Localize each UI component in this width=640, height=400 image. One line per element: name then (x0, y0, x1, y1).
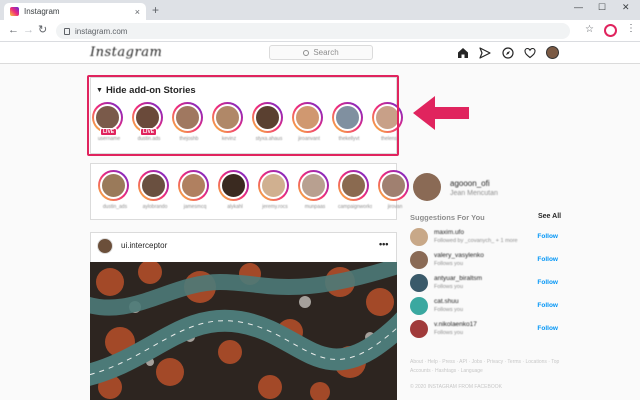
post-author-username[interactable]: ui.interceptor (121, 241, 167, 250)
search-placeholder: Search (313, 48, 339, 57)
browser-tab-bar: Instagram × + — ☐ ✕ (0, 0, 640, 20)
current-user-username[interactable]: agooon_ofi (450, 179, 490, 188)
minimize-button[interactable]: — (574, 2, 583, 12)
story-avatar (180, 172, 207, 199)
close-window-button[interactable]: ✕ (622, 2, 630, 13)
tab-close-icon[interactable]: × (135, 7, 140, 17)
follow-button[interactable]: Follow (537, 233, 558, 240)
address-bar[interactable]: instagram.com (56, 23, 570, 39)
bookmark-star-icon[interactable]: ☆ (585, 24, 594, 35)
story-avatar (260, 172, 287, 199)
story-ring (138, 170, 169, 201)
story-ring (178, 170, 209, 201)
home-icon[interactable] (456, 46, 470, 60)
url-text: instagram.com (75, 26, 128, 36)
story-username: jamesmcq (183, 204, 207, 210)
explore-icon[interactable] (501, 46, 515, 60)
instagram-favicon-icon (10, 7, 19, 16)
new-tab-button[interactable]: + (152, 3, 159, 17)
suggestion-reason: Followed by _covanych_ + 1 more (434, 238, 518, 244)
suggestion-reason: Follows you (434, 307, 464, 313)
see-all-link[interactable]: See All (538, 213, 561, 220)
back-button[interactable]: ← (8, 24, 19, 37)
story-item[interactable]: campaignworks (338, 170, 372, 210)
suggestion-item: valery_vasylenko Follows you Follow (410, 251, 558, 269)
follow-button[interactable]: Follow (537, 256, 558, 263)
story-avatar (100, 172, 127, 199)
story-avatar (140, 172, 167, 199)
maximize-button[interactable]: ☐ (598, 2, 606, 13)
story-ring (258, 170, 289, 201)
follow-button[interactable]: Follow (537, 302, 558, 309)
follow-button[interactable]: Follow (537, 325, 558, 332)
suggestion-item: maxim.ufo Followed by _covanych_ + 1 more… (410, 228, 558, 246)
story-ring (338, 170, 369, 201)
suggestion-username[interactable]: v.nikolaenko17 (434, 321, 477, 328)
footer-links[interactable]: About · Help · Press · API · Jobs · Priv… (410, 358, 560, 376)
suggestion-username[interactable]: valery_vasylenko (434, 252, 484, 259)
story-avatar (220, 172, 247, 199)
story-username: munpaas (304, 204, 326, 210)
story-ring (98, 170, 129, 201)
story-username: jeremy.rocs (262, 204, 288, 210)
story-avatar (340, 172, 367, 199)
suggestion-item: antyuar_biraltsm Follows you Follow (410, 274, 558, 292)
direct-message-icon[interactable] (478, 46, 492, 60)
suggestion-username[interactable]: cat.shuu (434, 298, 459, 305)
suggestion-username[interactable]: antyuar_biraltsm (434, 275, 482, 282)
suggestion-reason: Follows you (434, 261, 464, 267)
suggestion-item: cat.shuu Follows you Follow (410, 297, 558, 315)
story-item[interactable]: aylobrando (138, 170, 172, 210)
story-item[interactable]: jamesmcq (178, 170, 212, 210)
suggestion-avatar[interactable] (410, 228, 428, 246)
lock-icon (64, 27, 70, 35)
copyright: © 2020 INSTAGRAM FROM FACEBOOK (410, 384, 502, 390)
suggestion-reason: Follows you (434, 330, 464, 336)
suggestion-avatar[interactable] (410, 274, 428, 292)
story-avatar (380, 172, 407, 199)
tab-title: Instagram (24, 7, 60, 16)
story-username: alykahl (227, 204, 243, 210)
story-item[interactable]: jeremy.rocs (258, 170, 292, 210)
post-author-avatar[interactable] (97, 238, 113, 254)
suggestion-avatar[interactable] (410, 251, 428, 269)
current-user-fullname: Jean Mencutan (450, 190, 498, 197)
story-username: jirovan (387, 204, 403, 210)
suggestions-title: Suggestions For You (410, 213, 485, 222)
suggestion-avatar[interactable] (410, 297, 428, 315)
search-input[interactable]: Search (269, 45, 373, 60)
suggestion-item: v.nikolaenko17 Follows you Follow (410, 320, 558, 338)
story-item[interactable]: munpaas (298, 170, 332, 210)
reload-button[interactable]: ↻ (38, 24, 47, 37)
pointer-arrow-icon (413, 96, 469, 130)
suggestion-avatar[interactable] (410, 320, 428, 338)
story-ring (218, 170, 249, 201)
story-item[interactable]: jirovan (378, 170, 412, 210)
story-username: campaignworks (338, 204, 372, 210)
story-avatar (300, 172, 327, 199)
story-ring (298, 170, 329, 201)
suggestion-username[interactable]: maxim.ufo (434, 229, 464, 236)
story-username: aylobrando (142, 204, 168, 210)
instagram-logo[interactable]: Instagram (90, 45, 162, 60)
post-options-icon[interactable]: ••• (379, 239, 388, 249)
extension-icon[interactable] (604, 24, 617, 37)
current-user-avatar[interactable] (413, 173, 441, 201)
instagram-header: Instagram Search (0, 42, 640, 64)
story-item[interactable]: alykahl (218, 170, 252, 210)
story-item[interactable]: dustin_ads (98, 170, 132, 210)
activity-heart-icon[interactable] (523, 46, 537, 60)
story-ring (378, 170, 409, 201)
browser-menu-icon[interactable]: ⋮ (626, 23, 636, 34)
follow-button[interactable]: Follow (537, 279, 558, 286)
highlight-frame (87, 75, 399, 156)
forward-button[interactable]: → (23, 24, 34, 37)
browser-tab[interactable]: Instagram × (4, 3, 146, 20)
browser-toolbar: ← → ↻ instagram.com ☆ ⋮ (0, 20, 640, 42)
story-username: dustin_ads (102, 204, 128, 210)
profile-avatar[interactable] (546, 46, 559, 59)
suggestion-reason: Follows you (434, 284, 464, 290)
post-image[interactable] (90, 262, 397, 400)
search-icon (303, 49, 310, 56)
